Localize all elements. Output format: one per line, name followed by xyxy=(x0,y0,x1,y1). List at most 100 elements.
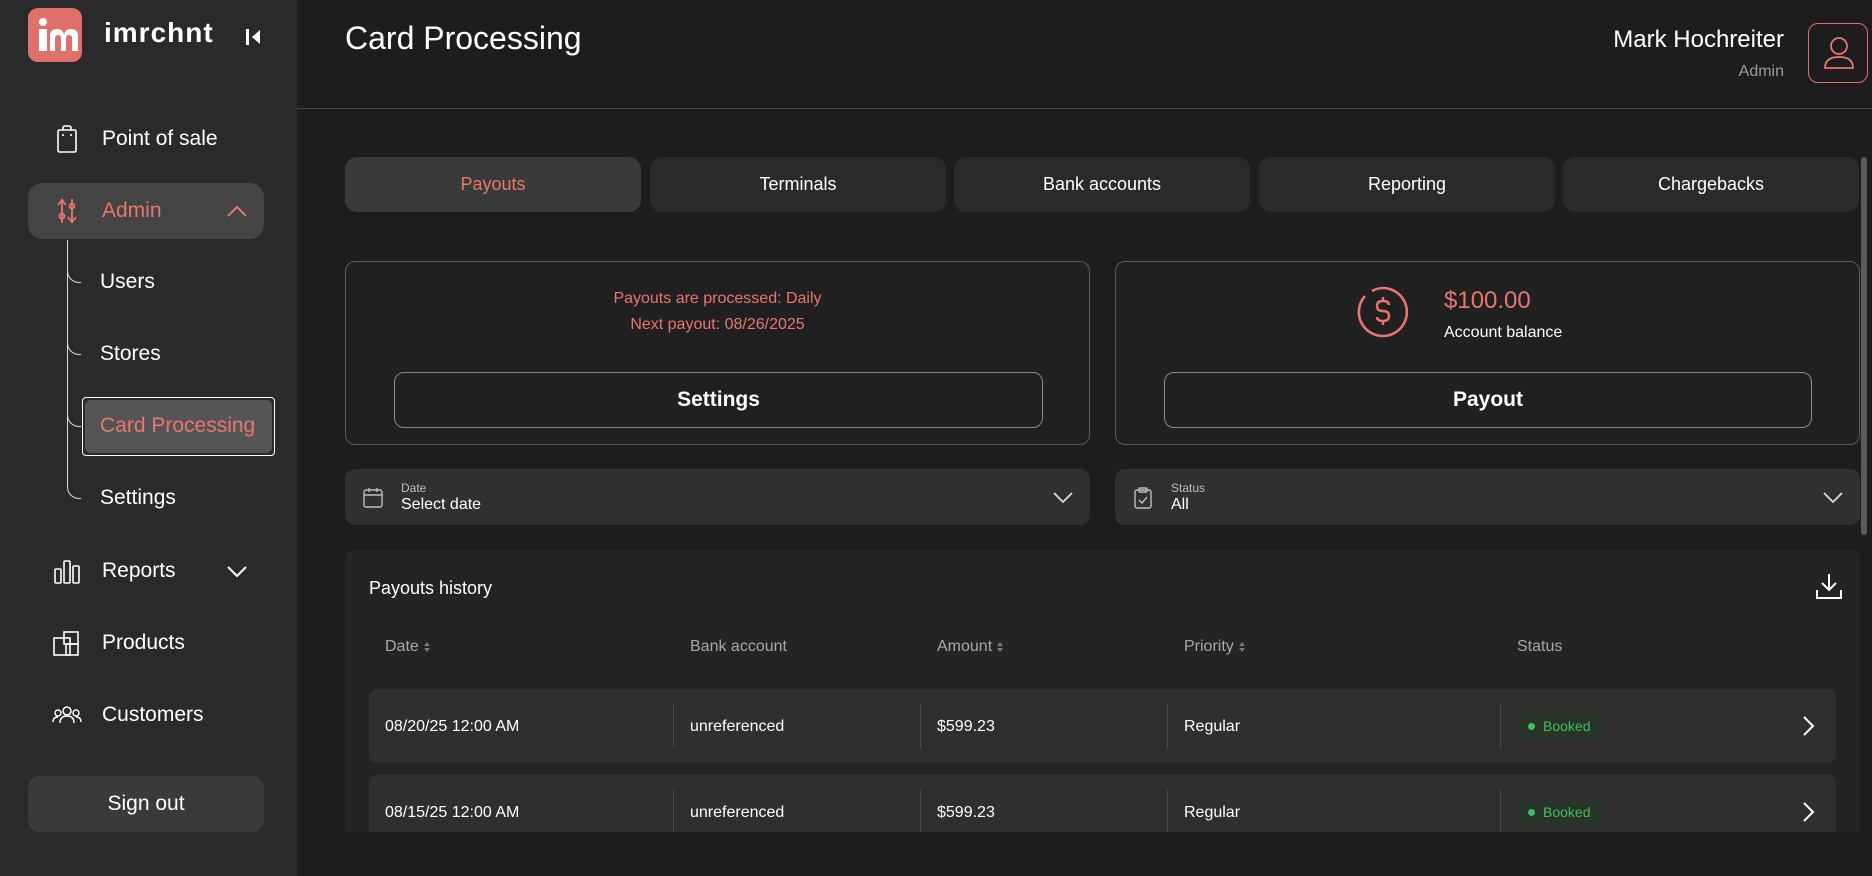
sidebar-item-label: Customers xyxy=(102,703,204,726)
customers-icon xyxy=(52,706,82,724)
table-row[interactable]: 08/20/25 12:00 AM unreferenced $599.23 R… xyxy=(369,689,1836,763)
column-separator xyxy=(1500,704,1501,748)
column-header-label: Amount xyxy=(937,638,993,655)
row-date: 08/15/25 12:00 AM xyxy=(385,804,520,821)
user-name: Mark Hochreiter xyxy=(1613,26,1784,53)
payout-button[interactable]: Payout xyxy=(1164,372,1812,428)
column-separator xyxy=(920,790,921,834)
sidebar-item-label: Point of sale xyxy=(102,127,218,150)
row-bank-account: unreferenced xyxy=(690,804,785,821)
viewport-bottom-edge xyxy=(297,832,1872,876)
scrollbar[interactable] xyxy=(1861,157,1867,535)
column-header-label: Date xyxy=(385,638,419,655)
row-date: 08/20/25 12:00 AM xyxy=(385,718,520,735)
sidebar-subitem-card-processing[interactable]: Card Processing xyxy=(67,397,275,456)
header-divider xyxy=(297,108,1872,109)
column-separator xyxy=(673,704,674,748)
sidebar-item-point-of-sale[interactable]: Point of sale xyxy=(28,111,264,167)
row-amount: $599.23 xyxy=(937,804,995,821)
sidebar-item-customers[interactable]: Customers xyxy=(28,687,264,743)
tab-payouts[interactable]: Payouts xyxy=(345,157,641,212)
column-header-status: Status xyxy=(1517,638,1562,656)
payout-schedule-card: Payouts are processed: Daily Next payout… xyxy=(345,261,1090,445)
page-title: Card Processing xyxy=(345,20,582,56)
column-separator xyxy=(1167,704,1168,748)
payout-schedule-text: Payouts are processed: Daily xyxy=(613,290,822,307)
next-payout-text: Next payout: 08/26/2025 xyxy=(630,316,805,333)
bar-chart-icon xyxy=(54,560,80,584)
column-header-label: Bank account xyxy=(690,638,787,655)
status-badge: Booked xyxy=(1517,798,1605,826)
chevron-down-icon xyxy=(227,566,247,578)
brand-name: imrchnt xyxy=(104,17,214,48)
column-header-amount[interactable]: Amount xyxy=(937,638,1004,656)
row-bank-account: unreferenced xyxy=(690,718,785,735)
column-header-priority[interactable]: Priority xyxy=(1184,638,1246,656)
sort-icon xyxy=(997,642,1004,652)
column-header-label: Priority xyxy=(1184,638,1234,655)
account-balance-label: Account balance xyxy=(1444,324,1563,341)
row-amount: $599.23 xyxy=(937,718,995,735)
tab-reporting[interactable]: Reporting xyxy=(1259,157,1555,212)
sidebar-subitem-stores[interactable]: Stores xyxy=(67,327,267,383)
status-badge-label: Booked xyxy=(1543,718,1591,734)
sidebar-item-label: Products xyxy=(102,631,185,654)
logo[interactable] xyxy=(28,8,82,62)
sign-out-button[interactable]: Sign out xyxy=(28,776,264,832)
chevron-up-icon xyxy=(227,205,247,217)
status-badge-label: Booked xyxy=(1543,804,1591,820)
status-filter-caption: Status xyxy=(1171,481,1206,495)
sidebar-item-products[interactable]: Products xyxy=(28,615,264,671)
sidebar-item-admin[interactable]: Admin xyxy=(28,183,264,239)
clipboard-check-icon xyxy=(1134,487,1152,509)
user-profile-button[interactable] xyxy=(1808,23,1868,83)
user-role: Admin xyxy=(1738,63,1784,80)
submenu-tick xyxy=(67,327,81,355)
column-separator xyxy=(1500,790,1501,834)
status-filter[interactable]: Status All xyxy=(1115,469,1860,525)
date-filter-value: Select date xyxy=(401,496,482,513)
chevron-down-icon xyxy=(1053,492,1073,504)
column-separator xyxy=(920,704,921,748)
tab-bank-accounts[interactable]: Bank accounts xyxy=(954,157,1250,212)
column-separator xyxy=(1167,790,1168,834)
row-priority: Regular xyxy=(1184,718,1241,735)
date-filter[interactable]: Date Select date xyxy=(345,469,1090,525)
submenu-tick xyxy=(67,471,81,499)
sliders-icon xyxy=(57,198,77,224)
status-dot xyxy=(1528,723,1535,730)
account-balance-amount: $100.00 xyxy=(1444,287,1531,314)
column-header-date[interactable]: Date xyxy=(385,638,431,656)
sidebar-subitem-label: Settings xyxy=(100,486,176,509)
date-filter-caption: Date xyxy=(401,481,427,495)
sidebar-subitem-label: Users xyxy=(100,270,155,293)
tab-terminals[interactable]: Terminals xyxy=(650,157,946,212)
products-icon xyxy=(53,631,79,656)
sidebar-item-label: Reports xyxy=(102,559,176,582)
sort-icon xyxy=(423,642,430,652)
shopping-bag-icon xyxy=(57,125,77,153)
sort-icon xyxy=(1238,642,1245,652)
user-icon xyxy=(1824,37,1854,69)
payouts-history-panel: Payouts history Date Bank account Amount… xyxy=(345,550,1860,876)
submenu-tick xyxy=(67,399,81,427)
payouts-history-title: Payouts history xyxy=(369,578,493,598)
status-dot xyxy=(1528,809,1535,816)
chevron-down-icon xyxy=(1823,492,1843,504)
status-filter-value: All xyxy=(1171,496,1189,513)
download-icon[interactable] xyxy=(1815,572,1843,600)
sidebar-subitem-label: Stores xyxy=(100,342,161,365)
chevron-right-icon[interactable] xyxy=(1801,801,1815,823)
sidebar: imrchnt Point of sale Admin Users Stores… xyxy=(0,0,297,876)
column-header-bank-account: Bank account xyxy=(690,638,787,656)
sidebar-subitem-users[interactable]: Users xyxy=(67,255,267,311)
sidebar-item-label: Admin xyxy=(102,199,162,222)
sidebar-item-reports[interactable]: Reports xyxy=(28,543,264,599)
tab-chargebacks[interactable]: Chargebacks xyxy=(1563,157,1859,212)
collapse-sidebar-icon[interactable] xyxy=(244,26,264,48)
column-separator xyxy=(673,790,674,834)
chevron-right-icon[interactable] xyxy=(1801,715,1815,737)
submenu-tick xyxy=(67,255,81,283)
sidebar-subitem-settings[interactable]: Settings xyxy=(67,471,267,527)
settings-button[interactable]: Settings xyxy=(394,372,1043,428)
